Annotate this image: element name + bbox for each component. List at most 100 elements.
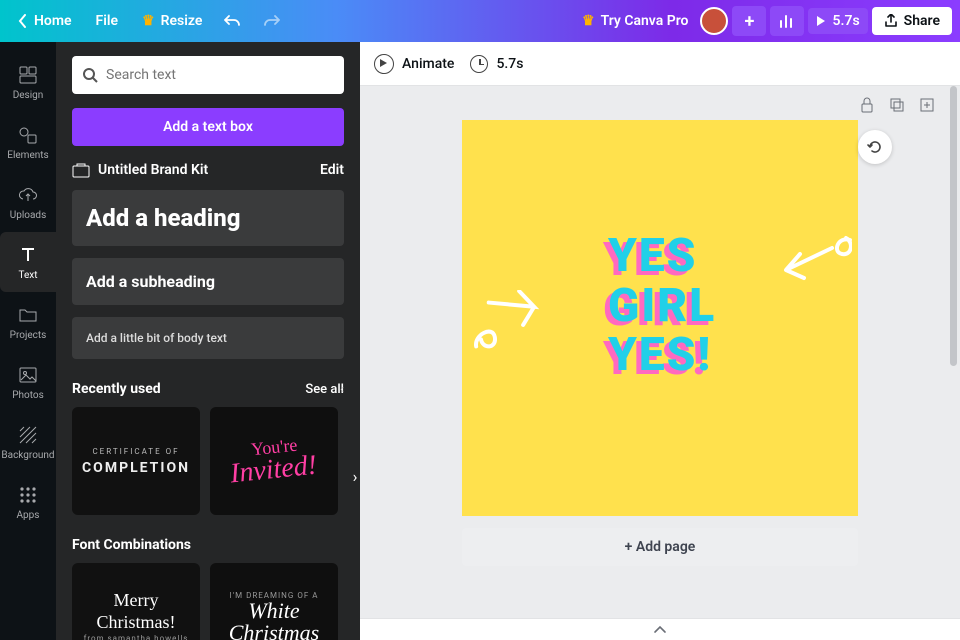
brand-kit-edit[interactable]: Edit [320,162,344,178]
add-subheading-label: Add a subheading [86,272,215,291]
plus-icon: + [745,11,755,32]
bar-chart-icon [779,14,795,28]
canvas-stage[interactable]: YES GIRL YES! YES GIRL YES! + Add page [360,86,960,618]
vertical-scrollbar[interactable] [948,86,958,618]
clock-icon [470,55,488,73]
design-icon [17,64,39,86]
text-icon [17,244,39,266]
cloud-upload-icon [17,184,39,206]
chevron-left-icon [18,14,28,28]
rail-photos-label: Photos [12,390,44,401]
brand-kit-icon [72,162,90,178]
crown-icon: ♛ [582,13,595,29]
canvas-text[interactable]: YES GIRL YES! YES GIRL YES! [608,232,716,381]
play-icon [816,15,826,27]
thumb-line: from samantha howells [84,634,189,640]
resize-button[interactable]: ♛ Resize [132,7,212,35]
share-label: Share [904,13,940,29]
add-page-button[interactable]: + Add page [462,528,858,566]
search-icon [82,67,98,83]
redo-button[interactable] [254,6,288,36]
apps-icon [17,484,39,506]
rail-projects[interactable]: Projects [0,292,56,352]
font-combos-header: Font Combinations [72,537,344,553]
add-body-text-button[interactable]: Add a little bit of body text [72,317,344,359]
add-body-label: Add a little bit of body text [86,331,227,345]
present-button[interactable]: 5.7s [808,8,867,34]
duplicate-icon[interactable] [888,96,906,114]
search-input-wrap[interactable] [72,56,344,94]
animate-label: Animate [402,56,454,72]
scroll-thumb[interactable] [950,86,957,366]
add-heading-label: Add a heading [86,204,241,232]
rail-photos[interactable]: Photos [0,352,56,412]
thumb-line: COMPLETION [82,460,190,476]
thumb-line: White [248,600,299,622]
insights-button[interactable] [770,6,804,36]
page-actions [858,96,936,114]
text-line: YES! [608,328,712,382]
add-subheading-button[interactable]: Add a subheading [72,258,344,305]
duration-label: 5.7s [496,56,523,72]
rail-background[interactable]: Background [0,412,56,472]
animate-button[interactable]: Animate [374,54,454,74]
rail-uploads[interactable]: Uploads [0,172,56,232]
row-next-button[interactable]: › [348,462,360,490]
add-text-box-label: Add a text box [163,119,253,135]
text-template-thumb[interactable]: I'M DREAMING OF A White Christmas [210,563,338,640]
search-input[interactable] [106,67,334,83]
add-page-label: + Add page [625,539,696,555]
add-page-icon[interactable] [918,96,936,114]
rail-background-label: Background [1,450,54,461]
text-template-thumb[interactable]: You're Invited! [210,407,338,515]
recently-used-header: Recently used See all [72,381,344,397]
arrow-decoration-right [772,230,852,290]
elements-icon [17,124,39,146]
add-heading-button[interactable]: Add a heading [72,190,344,246]
present-duration: 5.7s [832,13,859,29]
font-combos-label: Font Combinations [72,537,191,553]
rotate-button[interactable] [858,130,892,164]
rail-apps[interactable]: Apps [0,472,56,532]
file-menu[interactable]: File [86,7,129,35]
try-pro-label: Try Canva Pro [601,13,689,29]
rail-design-label: Design [13,90,44,101]
text-line: GIRL [608,279,716,333]
side-panel: Add a text box Untitled Brand Kit Edit A… [56,42,360,640]
folder-icon [17,304,39,326]
text-template-thumb[interactable]: CERTIFICATE OF COMPLETION [72,407,200,515]
collapse-panel-button[interactable]: ‹ [340,382,356,410]
rail-text-label: Text [18,270,37,281]
back-button[interactable]: Home [8,7,82,35]
duration-button[interactable]: 5.7s [470,55,523,73]
undo-icon [224,14,242,28]
undo-button[interactable] [216,6,250,36]
design-page[interactable]: YES GIRL YES! YES GIRL YES! [462,120,858,516]
animate-icon [374,54,394,74]
lock-icon[interactable] [858,96,876,114]
add-member-button[interactable]: + [732,6,766,36]
chevron-up-icon[interactable] [653,625,667,635]
rail-apps-label: Apps [17,510,40,521]
rotate-icon [866,138,884,156]
rail-design[interactable]: Design [0,52,56,112]
text-template-thumb[interactable]: Merry Christmas! from samantha howells [72,563,200,640]
avatar[interactable] [700,7,728,35]
rail-text[interactable]: Text [0,232,56,292]
background-icon [17,424,39,446]
see-all-link[interactable]: See all [305,382,344,397]
file-label: File [96,13,119,29]
share-button[interactable]: Share [872,7,952,35]
rail-projects-label: Projects [10,330,47,341]
rail-elements[interactable]: Elements [0,112,56,172]
resize-label: Resize [161,13,203,29]
brand-kit-label: Untitled Brand Kit [98,162,208,178]
redo-icon [262,14,280,28]
thumb-line: CERTIFICATE OF [92,447,179,456]
add-text-box-button[interactable]: Add a text box [72,108,344,146]
try-pro-button[interactable]: ♛ Try Canva Pro [574,8,696,34]
side-rail: Design Elements Uploads Text Projects Ph… [0,42,56,640]
recently-used-label: Recently used [72,381,161,397]
rail-uploads-label: Uploads [10,210,46,221]
photo-icon [17,364,39,386]
